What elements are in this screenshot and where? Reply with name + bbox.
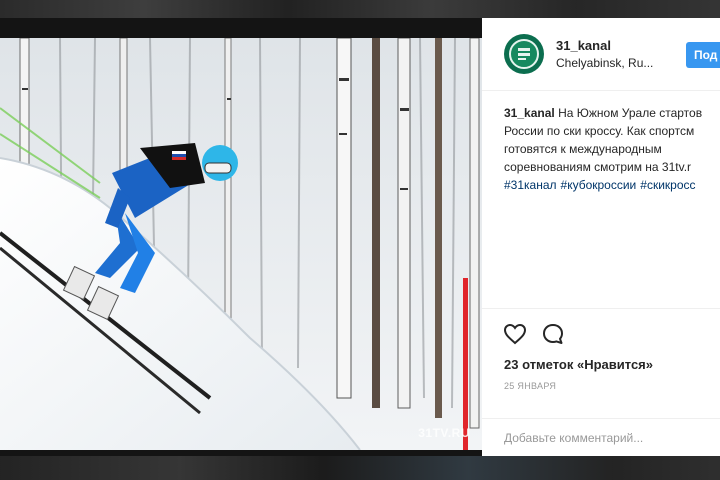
follow-button[interactable]: Под — [686, 42, 720, 68]
caption-text-1: На Южном Урале стартов — [558, 106, 703, 120]
post-date: 25 ЯНВАРЯ — [504, 381, 557, 391]
caption-author[interactable]: 31_kanal — [504, 106, 555, 120]
watermark: 31TV.RU — [418, 426, 470, 440]
hashtag-link[interactable]: #скикросс — [640, 178, 695, 192]
heart-icon[interactable] — [502, 321, 528, 347]
post-actions: 23 отметок «Нравится» 25 ЯНВАРЯ — [482, 308, 720, 419]
hashtag-link[interactable]: #31канал — [504, 178, 557, 192]
instagram-post: 31TV.RU 31_kanal Chelyabinsk, Ru... Под … — [0, 18, 720, 456]
comment-area — [482, 418, 720, 456]
location-link[interactable]: Chelyabinsk, Ru... — [556, 56, 653, 70]
avatar[interactable] — [504, 34, 544, 74]
post-photo[interactable]: 31TV.RU — [0, 38, 482, 450]
post-caption: 31_kanal На Южном Урале стартов России п… — [504, 104, 720, 194]
caption-hashtags: #31канал #кубокроссии #скикросс — [504, 176, 720, 194]
post-side-panel: 31_kanal Chelyabinsk, Ru... Под 31_kanal… — [482, 18, 720, 456]
hashtag-link[interactable]: #кубокроссии — [561, 178, 637, 192]
comment-input[interactable] — [504, 427, 714, 449]
background-video-strip-bottom — [0, 456, 720, 480]
caption-text-3: готовятся к международным — [504, 142, 662, 156]
likes-count[interactable]: 23 отметок «Нравится» — [504, 357, 653, 372]
username-link[interactable]: 31_kanal — [556, 38, 611, 53]
caption-line-1: 31_kanal На Южном Урале стартов — [504, 104, 720, 122]
channel-logo-icon — [509, 39, 539, 69]
ski-photo-illustration — [0, 38, 482, 450]
comment-icon[interactable] — [540, 321, 566, 347]
caption-text-4: соревнованиям смотрим на 31tv.r — [504, 160, 692, 174]
caption-text-2: России по ски кроссу. Как спортсм — [504, 124, 695, 138]
background-video-strip-top — [0, 0, 720, 18]
post-header: 31_kanal Chelyabinsk, Ru... Под — [482, 18, 720, 91]
